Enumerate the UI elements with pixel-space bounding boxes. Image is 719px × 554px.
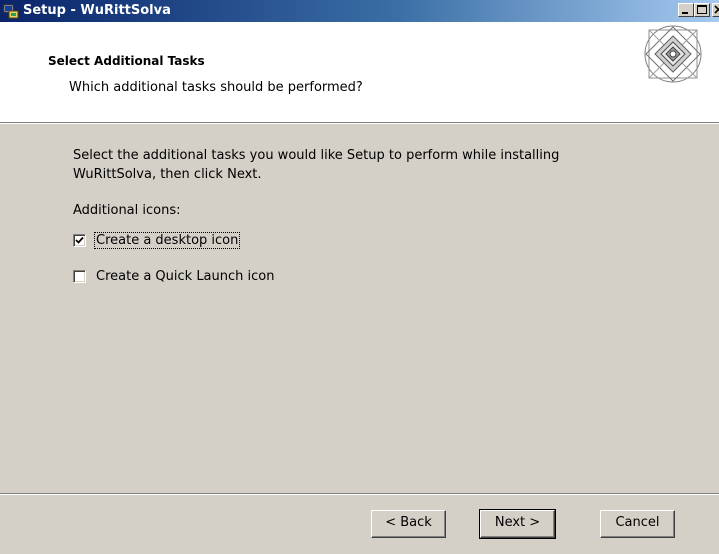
instructions-text: Select the additional tasks you would li… [73, 146, 673, 184]
page-subtitle: Which additional tasks should be perform… [69, 80, 363, 95]
next-button[interactable]: Next > [479, 509, 556, 539]
page-title: Select Additional Tasks [48, 54, 205, 68]
desktop-icon-label[interactable]: Create a desktop icon [93, 232, 241, 249]
close-icon [714, 5, 719, 14]
group-label: Additional icons: [73, 203, 181, 218]
wizard-header: Select Additional Tasks Which additional… [0, 22, 719, 122]
close-button[interactable] [712, 3, 719, 17]
instructions-line-1: Select the additional tasks you would li… [73, 148, 560, 163]
setup-app-icon [3, 4, 19, 19]
desktop-icon-checkbox[interactable] [73, 234, 86, 247]
back-button[interactable]: < Back [371, 510, 446, 538]
maximize-button[interactable] [694, 3, 710, 17]
footer-divider-highlight [0, 494, 719, 495]
maximize-icon [697, 5, 707, 14]
title-bar[interactable]: Setup - WuRittSolva [0, 0, 719, 22]
header-divider-highlight [0, 123, 719, 124]
cancel-button[interactable]: Cancel [600, 510, 675, 538]
quick-launch-label[interactable]: Create a Quick Launch icon [95, 269, 275, 284]
instructions-line-2: WuRittSolva, then click Next. [73, 167, 262, 182]
window-title: Setup - WuRittSolva [23, 3, 171, 18]
wizard-logo-icon [644, 25, 702, 83]
minimize-icon [682, 12, 688, 14]
checkmark-icon [75, 236, 84, 244]
quick-launch-checkbox[interactable] [73, 270, 86, 283]
minimize-button[interactable] [678, 3, 694, 17]
